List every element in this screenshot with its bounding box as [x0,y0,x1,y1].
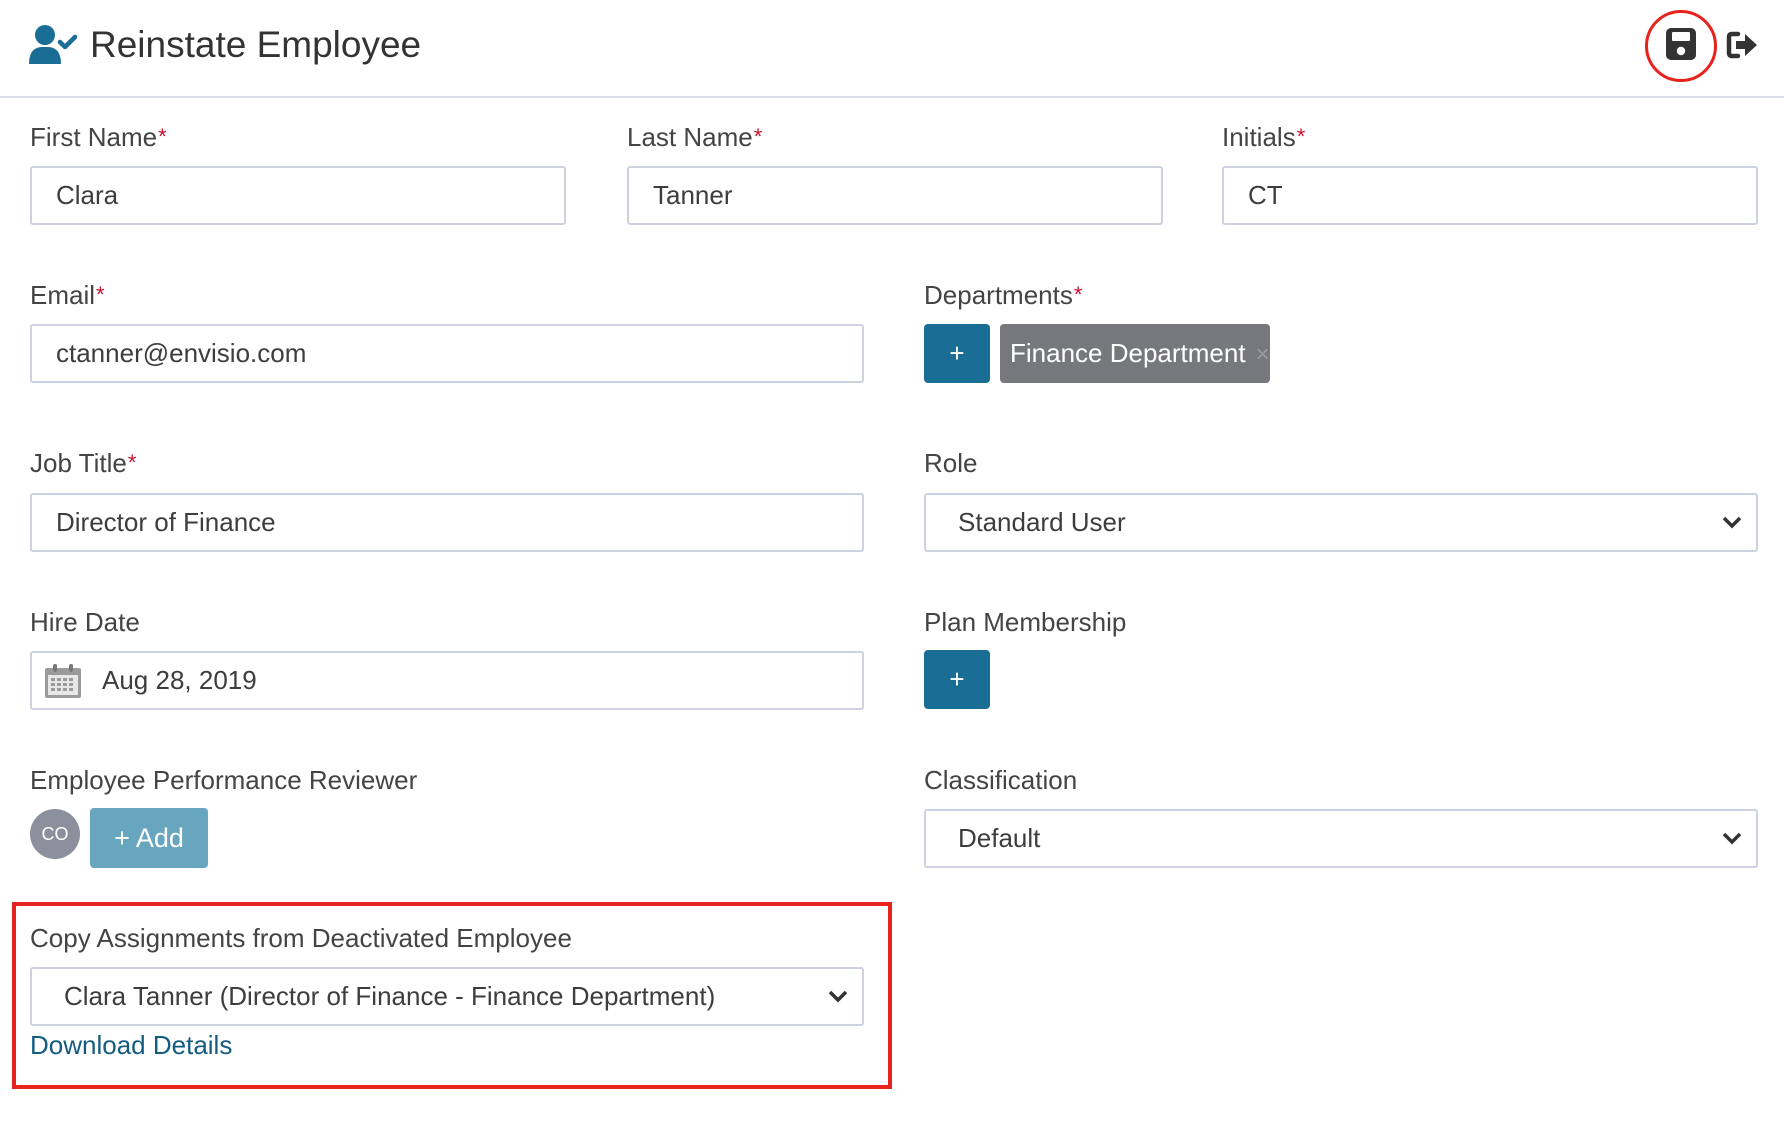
last-name-label: Last Name* [627,121,762,153]
save-icon[interactable] [1664,26,1698,62]
required-marker: * [753,124,763,149]
page-title: Reinstate Employee [90,24,422,65]
job-title-label-text: Job Title [30,448,127,478]
add-plan-membership-button[interactable]: + [924,650,990,709]
classification-select[interactable]: Default [924,809,1758,868]
departments-label-text: Departments [924,280,1073,310]
required-marker: * [96,282,105,307]
initials-label: Initials* [1222,121,1305,153]
required-marker: * [1073,282,1083,307]
email-input[interactable]: ctanner@envisio.com [30,324,864,383]
role-label: Role [924,448,978,478]
add-reviewer-button[interactable]: + Add [90,808,208,868]
plan-membership-label: Plan Membership [924,607,1127,637]
last-name-input[interactable]: Tanner [627,166,1163,225]
job-title-input[interactable]: Director of Finance [30,493,864,552]
required-marker: * [1296,124,1306,149]
hire-date-value: Aug 28, 2019 [102,665,257,695]
email-label-text: Email [30,280,96,310]
add-department-button[interactable]: + [924,324,990,383]
chevron-down-icon [1722,832,1742,845]
first-name-label: First Name* [30,121,167,153]
hire-date-label: Hire Date [30,607,140,637]
reviewer-avatar[interactable]: CO [30,809,80,859]
department-tag-label: Finance Department [1010,338,1246,368]
required-marker: * [127,450,137,475]
remove-tag-icon[interactable]: × [1256,341,1270,368]
department-tag: Finance Department × [1000,324,1270,383]
copy-assignments-label: Copy Assignments from Deactivated Employ… [30,923,572,953]
classification-label: Classification [924,765,1078,795]
copy-assignments-select[interactable]: Clara Tanner (Director of Finance - Fina… [30,967,864,1026]
required-marker: * [158,124,167,149]
user-check-icon [29,25,78,64]
sign-out-icon[interactable] [1726,30,1760,60]
classification-select-value: Default [958,823,1041,853]
reviewer-label: Employee Performance Reviewer [30,765,418,795]
email-label: Email* [30,279,105,311]
role-select[interactable]: Standard User [924,493,1758,552]
download-details-link[interactable]: Download Details [30,1029,232,1061]
copy-assignments-select-value: Clara Tanner (Director of Finance - Fina… [64,981,716,1011]
first-name-label-text: First Name [30,122,158,152]
initials-label-text: Initials [1222,122,1296,152]
job-title-label: Job Title* [30,447,136,479]
calendar-icon[interactable] [44,663,82,699]
last-name-label-text: Last Name [627,122,753,152]
chevron-down-icon [828,990,848,1003]
hire-date-input[interactable]: Aug 28, 2019 [30,651,864,710]
chevron-down-icon [1722,516,1742,529]
initials-input[interactable]: CT [1222,166,1758,225]
page-header: Reinstate Employee [0,0,1784,98]
role-select-value: Standard User [958,507,1126,537]
first-name-input[interactable]: Clara [30,166,566,225]
departments-label: Departments* [924,279,1082,311]
